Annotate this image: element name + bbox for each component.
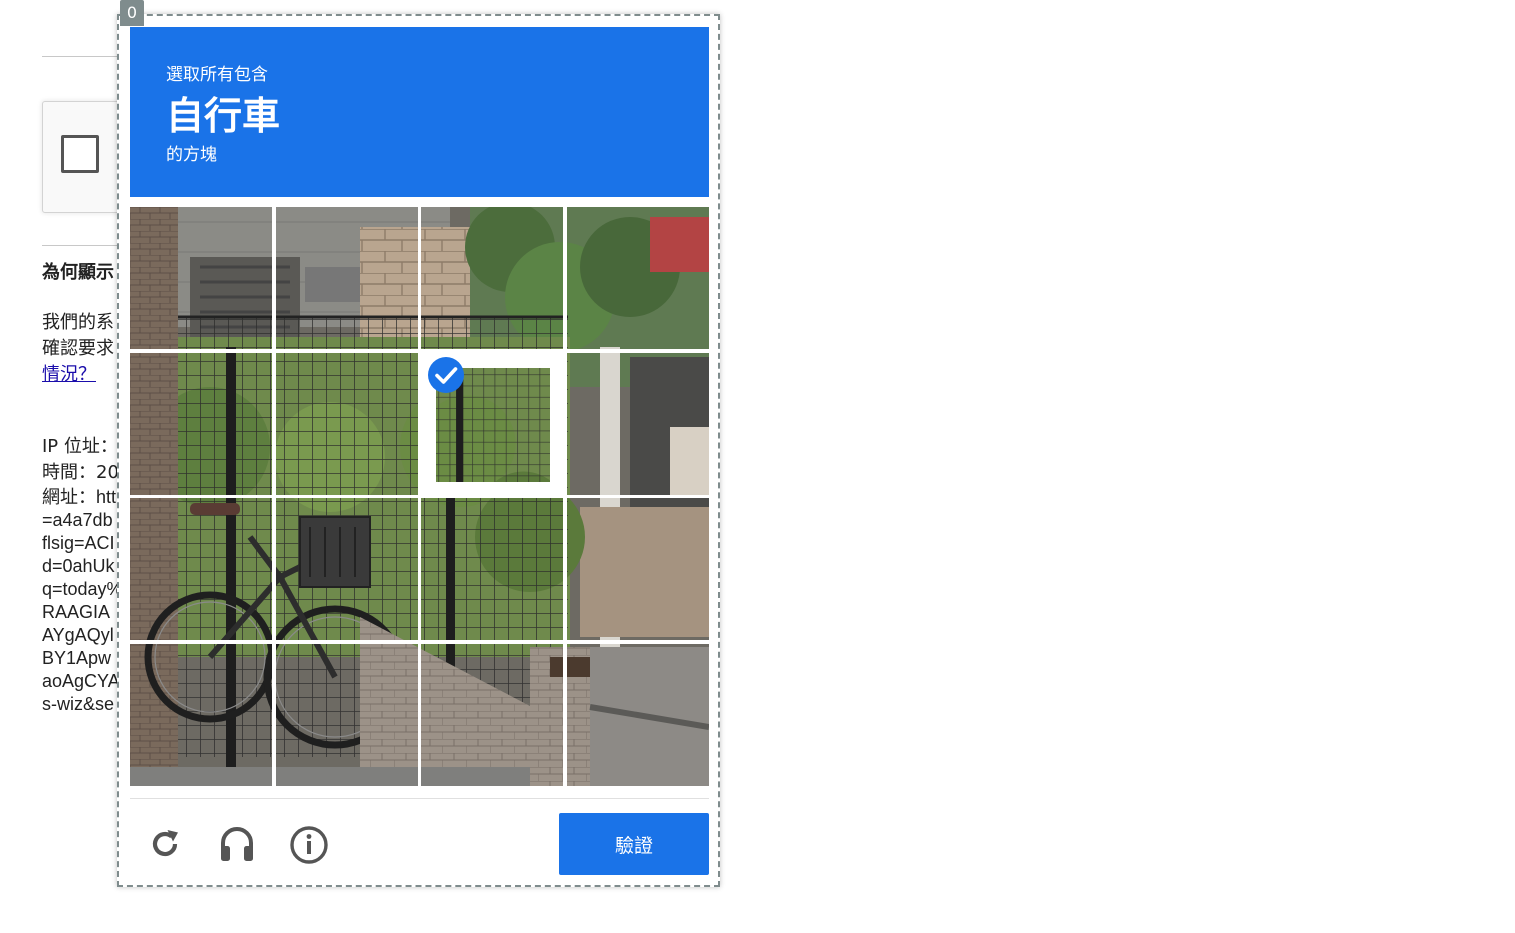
tile-image [567, 498, 709, 640]
tile-r3-c1[interactable] [130, 498, 272, 640]
url-line: BY1Apw [42, 648, 112, 668]
instruction-suffix: 的方塊 [166, 145, 217, 165]
url-line: =a4a7db [42, 510, 113, 530]
url-line: d=0ahUk [42, 556, 115, 576]
instruction-target: 自行車 [166, 94, 281, 138]
audio-headphones-icon[interactable] [217, 824, 257, 864]
tile-r4-c3[interactable] [421, 644, 563, 786]
url-line: s-wiz&se [42, 694, 115, 714]
url-block: 網址：htt =a4a7db flsig=ACI d=0ahUk q=today… [42, 486, 123, 716]
tile-image [130, 644, 272, 786]
tile-r2-c4[interactable] [567, 353, 709, 495]
tile-image [276, 644, 418, 786]
info-icon[interactable] [289, 824, 329, 864]
tile-image [421, 644, 563, 786]
challenge-header: 選取所有包含 自行車 的方塊 [130, 27, 709, 197]
tile-image [567, 353, 709, 495]
explanation-line-1: 我們的系 [42, 312, 114, 333]
url-line: AYgAQyl [42, 625, 114, 645]
reload-icon[interactable] [145, 824, 185, 864]
tile-r4-c4[interactable] [567, 644, 709, 786]
url-line: 網址：htt [42, 487, 117, 507]
tile-r3-c4[interactable] [567, 498, 709, 640]
tile-image [130, 207, 272, 349]
tile-image [130, 353, 272, 495]
tile-r4-c1[interactable] [130, 644, 272, 786]
popup-index-badge: 0 [120, 0, 144, 26]
tile-image [421, 498, 563, 640]
tile-r1-c1[interactable] [130, 207, 272, 349]
tile-image [567, 644, 709, 786]
ip-label: IP 位址： [42, 436, 118, 457]
tile-image [567, 207, 709, 349]
instruction-prefix: 選取所有包含 [166, 65, 268, 85]
url-line: RAAGIA [42, 602, 111, 622]
tile-image [421, 207, 563, 349]
time-label: 時間：20 [42, 462, 119, 483]
tile-r3-c2[interactable] [276, 498, 418, 640]
tile-r1-c3[interactable] [421, 207, 563, 349]
url-line: flsig=ACI [42, 533, 115, 553]
tile-r4-c2[interactable] [276, 644, 418, 786]
tile-r2-c2[interactable] [276, 353, 418, 495]
tile-image [276, 498, 418, 640]
tile-r1-c4[interactable] [567, 207, 709, 349]
url-line: q=today% [42, 579, 123, 599]
url-line: aoAgCYA [42, 671, 120, 691]
tile-image [276, 207, 418, 349]
tile-image [130, 498, 272, 640]
tile-r2-c3[interactable] [421, 353, 563, 495]
explanation-line-2: 確認要求 [42, 338, 114, 359]
tile-r1-c2[interactable] [276, 207, 418, 349]
why-heading: 為何顯示 [42, 262, 114, 283]
more-info-link[interactable]: 情況？ [42, 362, 96, 388]
tile-r2-c1[interactable] [130, 353, 272, 495]
image-tile-grid [130, 207, 709, 786]
tile-r3-c3[interactable] [421, 498, 563, 640]
captcha-challenge-popup: 選取所有包含 自行車 的方塊 驗證 [117, 14, 720, 887]
recaptcha-checkbox[interactable] [61, 135, 99, 173]
tile-image [276, 353, 418, 495]
footer-divider [130, 798, 709, 799]
check-icon [428, 357, 464, 393]
verify-button[interactable]: 驗證 [559, 813, 709, 875]
